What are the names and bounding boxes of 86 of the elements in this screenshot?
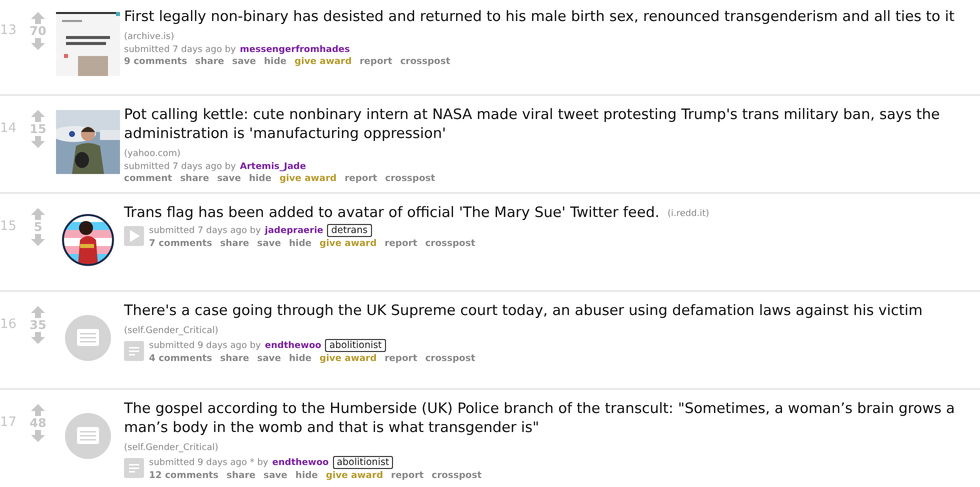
post-action-link[interactable]: share	[220, 238, 250, 249]
post-action-link[interactable]: crosspost	[400, 56, 450, 67]
post-domain[interactable]: (self.Gender_Critical)	[124, 443, 218, 453]
submitted-text: submitted 9 days ago by	[149, 340, 261, 350]
post-action-link[interactable]: 12 comments	[149, 470, 219, 481]
user-flair: abolitionist	[325, 339, 386, 352]
post-action-link[interactable]: 7 comments	[149, 238, 212, 249]
expand-text-button[interactable]	[124, 458, 144, 478]
downvote-icon[interactable]	[31, 430, 45, 442]
post-action-link[interactable]: share	[220, 353, 250, 364]
post-action-link[interactable]: report	[384, 238, 418, 249]
upvote-icon[interactable]	[31, 110, 45, 122]
author-link[interactable]: endthewoo	[264, 340, 322, 350]
text-lines-icon	[127, 344, 141, 358]
post-score: 70	[30, 24, 46, 38]
post-rank: 17	[0, 415, 16, 430]
post-action-link[interactable]: 4 comments	[149, 353, 212, 364]
post-action-link[interactable]: save	[257, 238, 282, 249]
post-rank: 14	[0, 121, 16, 136]
post-title[interactable]: Pot calling kettle: cute nonbinary intern at NASA made viral tweet protesting Trump's trans military ban, says the administration is 'manufacturing oppression'	[124, 106, 968, 144]
post-action-link[interactable]: crosspost	[385, 173, 436, 184]
post-score: 5	[34, 220, 42, 234]
post-action-link[interactable]: share	[180, 173, 210, 184]
post-action-link[interactable]: hide	[289, 238, 312, 249]
post-title[interactable]: The gospel according to the Humberside (UK) Police branch of the transcult: "Sometimes, a woman’s brain grows a man’s body in the womb and that is what transgender is"	[124, 400, 968, 438]
post-action-link[interactable]: hide	[248, 173, 272, 184]
self-post-icon[interactable]	[65, 413, 111, 459]
post-action-link[interactable]: report	[344, 173, 378, 184]
post-action-link[interactable]: report	[384, 353, 418, 364]
downvote-icon[interactable]	[31, 136, 45, 148]
post-action-link[interactable]: share	[226, 470, 256, 481]
play-button[interactable]	[124, 226, 144, 246]
post-action-link[interactable]: 9 comments	[124, 56, 188, 67]
give-award-link[interactable]: give award	[320, 353, 377, 364]
self-post-icon[interactable]	[65, 315, 111, 361]
give-award-link[interactable]: give award	[279, 173, 337, 184]
text-lines-icon	[127, 461, 141, 475]
author-link[interactable]: Artemis_Jade	[240, 162, 306, 172]
post-action-link[interactable]: save	[257, 353, 282, 364]
give-award-link[interactable]: give award	[320, 238, 377, 249]
post-score: 35	[30, 318, 46, 332]
post-domain[interactable]: (yahoo.com)	[124, 149, 181, 159]
post-score: 15	[30, 122, 46, 136]
upvote-icon[interactable]	[31, 306, 45, 318]
post-action-link[interactable]: hide	[264, 56, 287, 67]
post-action-link[interactable]: crosspost	[432, 470, 482, 481]
post-domain[interactable]: (self.Gender_Critical)	[124, 326, 218, 336]
post-rank: 16	[0, 317, 16, 332]
author-link[interactable]: endthewoo	[272, 458, 329, 468]
post-action-link[interactable]: hide	[295, 470, 318, 481]
play-icon	[127, 229, 141, 243]
upvote-icon[interactable]	[31, 12, 45, 24]
post-action-link[interactable]: save	[217, 173, 241, 184]
give-award-link[interactable]: give award	[326, 470, 384, 481]
post-score: 48	[30, 416, 46, 430]
post-action-link[interactable]: share	[195, 56, 224, 67]
downvote-icon[interactable]	[31, 234, 45, 246]
post-domain[interactable]: (i.redd.it)	[667, 209, 710, 219]
submitted-text: submitted 7 days ago by	[149, 226, 261, 236]
author-link[interactable]: messengerfromhades	[240, 45, 350, 55]
post-action-link[interactable]: crosspost	[425, 238, 476, 249]
post-action-link[interactable]: hide	[289, 353, 312, 364]
post-action-link[interactable]: crosspost	[425, 353, 476, 364]
expand-text-button[interactable]	[124, 341, 144, 361]
upvote-icon[interactable]	[31, 208, 45, 220]
post-rank: 13	[0, 23, 16, 38]
post-title[interactable]: Trans flag has been added to avatar of official 'The Mary Sue' Twitter feed.	[124, 204, 660, 223]
downvote-icon[interactable]	[31, 38, 45, 50]
give-award-link[interactable]: give award	[294, 56, 352, 67]
post-title[interactable]: There's a case going through the UK Supreme court today, an abuser using defamation laws against his victim	[124, 302, 923, 321]
upvote-icon[interactable]	[31, 404, 45, 416]
post-action-link[interactable]: comment	[124, 173, 172, 184]
post-domain[interactable]: (archive.is)	[124, 32, 174, 42]
author-link[interactable]: jadepraerie	[264, 226, 324, 236]
post-rank: 15	[0, 219, 16, 234]
post-action-link[interactable]: report	[360, 56, 392, 67]
user-flair: detrans	[327, 224, 372, 237]
submitted-text: submitted 7 days ago by	[124, 45, 236, 55]
user-flair: abolitionist	[332, 456, 394, 469]
post-title[interactable]: First legally non-binary has desisted and returned to his male birth sex, renounced transgenderism and all ties to it	[124, 8, 955, 27]
submitted-text: submitted 7 days ago by	[124, 162, 236, 172]
post-action-link[interactable]: report	[391, 470, 424, 481]
post-action-link[interactable]: save	[264, 470, 288, 481]
submitted-text: submitted 9 days ago * by	[149, 458, 268, 468]
downvote-icon[interactable]	[31, 332, 45, 344]
post-action-link[interactable]: save	[232, 56, 256, 67]
